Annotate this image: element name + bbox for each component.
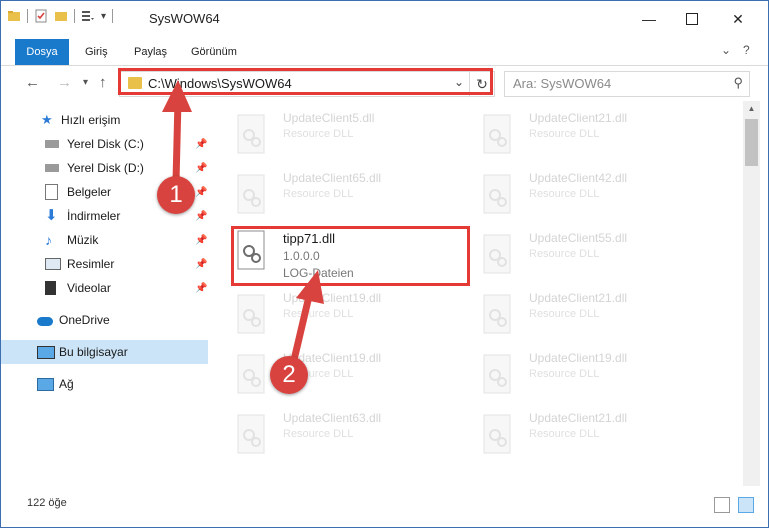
step-badge-1: 1 <box>157 176 195 214</box>
annotation-arrows <box>162 80 324 364</box>
arrow-2 <box>290 270 324 364</box>
step-badge-2: 2 <box>270 356 308 394</box>
arrow-1 <box>162 80 192 186</box>
